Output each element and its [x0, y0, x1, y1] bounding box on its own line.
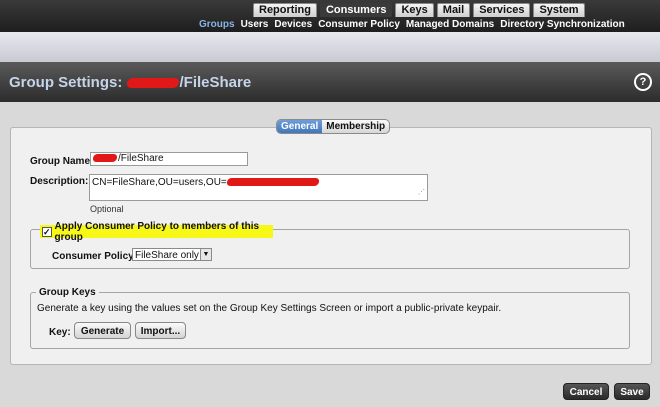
consumer-policy-value: FileShare only	[135, 250, 199, 261]
group-name-label: Group Name:	[30, 156, 94, 167]
subnav-devices[interactable]: Devices	[271, 19, 315, 31]
page-title-bar: Group Settings: /FileShare ?	[0, 62, 660, 102]
resize-grip-icon[interactable]: ⋰	[418, 187, 425, 199]
sub-nav: Groups Users Devices Consumer Policy Man…	[196, 19, 628, 31]
subnav-directory-sync[interactable]: Directory Synchronization	[497, 19, 627, 31]
consumer-policy-select[interactable]: FileShare only ▼	[132, 248, 212, 261]
tab-bar: General Membership	[276, 119, 391, 134]
apply-policy-row[interactable]: ✓ Apply Consumer Policy to members of th…	[40, 221, 273, 243]
description-hint: Optional	[90, 204, 124, 214]
subnav-consumer-policy[interactable]: Consumer Policy	[315, 19, 403, 31]
subnav-groups[interactable]: Groups	[196, 19, 238, 31]
consumer-policy-label: Consumer Policy:	[52, 251, 138, 262]
cancel-button[interactable]: Cancel	[563, 383, 609, 400]
group-name-value: /FileShare	[118, 153, 164, 164]
group-keys-description: Generate a key using the values set on t…	[37, 303, 502, 314]
page-title-prefix: Group Settings:	[9, 74, 123, 91]
nav-tab-reporting[interactable]: Reporting	[253, 3, 317, 17]
header-band	[0, 32, 660, 62]
description-label: Description:	[30, 176, 89, 187]
generate-button[interactable]: Generate	[74, 322, 131, 339]
redaction-mark	[125, 78, 180, 89]
nav-tab-consumers[interactable]: Consumers	[319, 3, 393, 17]
redaction-mark	[92, 154, 118, 163]
key-label: Key:	[49, 327, 71, 338]
description-value: CN=FileShare,OU=users,OU=	[92, 177, 227, 188]
save-button[interactable]: Save	[614, 383, 650, 400]
subnav-managed-domains[interactable]: Managed Domains	[403, 19, 497, 31]
redaction-mark	[226, 178, 320, 187]
nav-tab-system[interactable]: System	[533, 3, 585, 17]
tab-membership[interactable]: Membership	[322, 120, 389, 133]
page-title: Group Settings: /FileShare	[9, 74, 251, 91]
group-keys-section	[30, 292, 630, 349]
description-field[interactable]: CN=FileShare,OU=users,OU= ⋰	[89, 174, 428, 201]
question-icon[interactable]: ?	[634, 73, 652, 91]
apply-policy-label: Apply Consumer Policy to members of this…	[54, 220, 260, 243]
page-title-suffix: /FileShare	[179, 74, 252, 91]
nav-tab-services[interactable]: Services	[473, 3, 531, 17]
group-keys-legend: Group Keys	[36, 287, 99, 298]
subnav-users[interactable]: Users	[238, 19, 272, 31]
top-navigation: Reporting Consumers Keys Mail Services S…	[0, 0, 660, 32]
tab-general[interactable]: General	[277, 120, 323, 133]
nav-tab-keys[interactable]: Keys	[395, 3, 434, 17]
nav-tab-mail[interactable]: Mail	[436, 3, 471, 17]
apply-policy-checkbox[interactable]: ✓	[42, 226, 52, 237]
group-name-field[interactable]: /FileShare	[90, 152, 248, 166]
main-nav: Reporting Consumers Keys Mail Services S…	[253, 3, 588, 17]
import-button[interactable]: Import...	[135, 322, 186, 339]
chevron-down-icon: ▼	[200, 249, 211, 260]
